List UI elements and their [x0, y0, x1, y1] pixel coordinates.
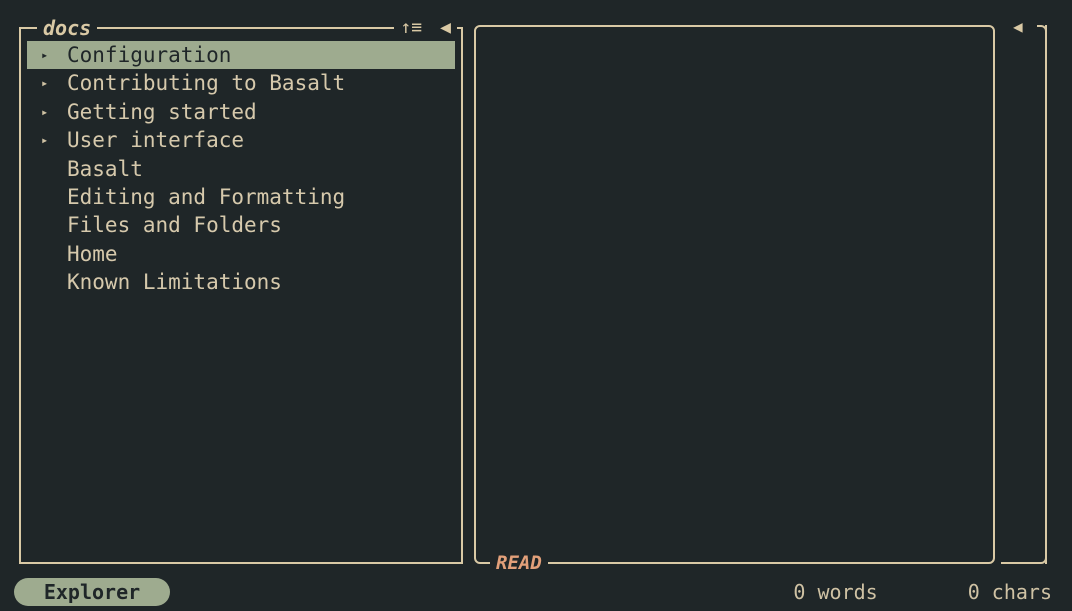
- explorer-title: docs: [37, 15, 98, 41]
- tree-item-label: Getting started: [67, 99, 257, 124]
- document-stats: 0 words 0 chars: [793, 578, 1052, 606]
- tree-item-label: Files and Folders: [67, 213, 282, 238]
- tree-item-label: Basalt: [67, 156, 143, 181]
- tree-item-label: Known Limitations: [67, 270, 282, 295]
- editor-panel[interactable]: READ: [474, 25, 995, 576]
- tree-folder-item[interactable]: ▸ Configuration: [27, 41, 455, 70]
- folder-expand-icon[interactable]: ▸: [41, 69, 48, 97]
- tree-folder-item[interactable]: ▸ User interface: [27, 126, 455, 154]
- explorer-panel: docs ↑≡ ◀ ▸ Configuration ▸ Contributing to…: [19, 15, 463, 564]
- tree-item-label: Home: [67, 241, 118, 266]
- file-tree: ▸ Configuration ▸ Contributing to Basalt ▸ Ge…: [27, 41, 455, 297]
- outline-panel: ◀: [1001, 17, 1047, 564]
- status-bar: Explorer 0 words 0 chars: [0, 574, 1072, 611]
- expand-outline-icon[interactable]: ◀: [1013, 17, 1023, 36]
- tree-file-item[interactable]: Known Limitations: [27, 268, 455, 296]
- editor-mode-label: READ: [490, 550, 548, 576]
- sort-icon[interactable]: ↑≡: [400, 15, 422, 41]
- tree-item-label: Editing and Formatting: [67, 184, 346, 209]
- tree-item-label: Configuration: [67, 43, 232, 67]
- tree-folder-item[interactable]: ▸ Getting started: [27, 98, 455, 126]
- tree-file-item[interactable]: Files and Folders: [27, 211, 455, 239]
- tree-folder-item[interactable]: ▸ Contributing to Basalt: [27, 69, 455, 97]
- folder-expand-icon[interactable]: ▸: [41, 41, 48, 69]
- char-count: 0 chars: [967, 580, 1052, 604]
- word-count: 0 words: [793, 580, 878, 604]
- tree-file-item[interactable]: Basalt: [27, 155, 455, 183]
- explorer-controls: ↑≡ ◀: [394, 15, 457, 41]
- tree-file-item[interactable]: Home: [27, 240, 455, 268]
- folder-expand-icon[interactable]: ▸: [41, 98, 48, 126]
- active-pane-indicator[interactable]: Explorer: [14, 578, 170, 606]
- tree-item-label: User interface: [67, 128, 245, 153]
- folder-expand-icon[interactable]: ▸: [41, 126, 48, 154]
- tree-file-item[interactable]: Editing and Formatting: [27, 183, 455, 211]
- tree-item-label: Contributing to Basalt: [67, 71, 346, 96]
- collapse-sidebar-icon[interactable]: ◀: [440, 15, 451, 41]
